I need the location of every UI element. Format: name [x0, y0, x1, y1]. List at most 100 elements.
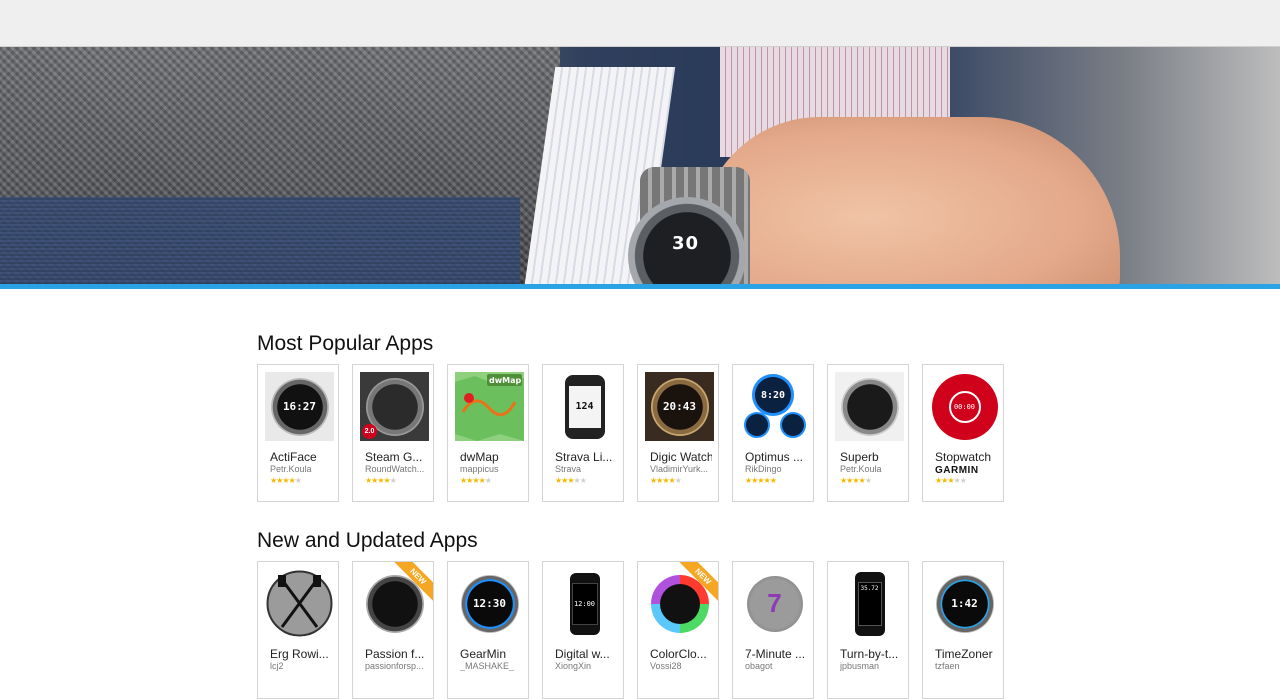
updated-apps-row: Erg Rowi... lcj2 NEW Passion f... passio… — [257, 561, 1057, 699]
app-name: Digic Watch — [650, 450, 712, 464]
app-developer: XiongXin — [555, 661, 592, 671]
app-thumbnail: 16:27 — [265, 372, 334, 441]
device-screen: 35.72 — [857, 581, 882, 626]
rating-stars: ★★★★★ — [745, 476, 777, 485]
app-card-7-minute[interactable]: 7 7-Minute ... obagot — [732, 561, 814, 699]
app-thumbnail — [835, 372, 904, 441]
app-thumbnail: 124 — [550, 372, 619, 441]
svg-text:dwMap: dwMap — [489, 376, 521, 385]
rating-stars: ★★★★★ — [365, 476, 397, 485]
app-card-digital-watch[interactable]: 12:00 Digital w... XiongXin — [542, 561, 624, 699]
app-card-dwmap[interactable]: dwMap dwMap mappicus ★★★★★ — [447, 364, 529, 502]
small-face-icon — [780, 412, 806, 438]
hero-denim — [0, 197, 520, 284]
app-name: Digital w... — [555, 647, 610, 661]
app-card-strava[interactable]: 124 Strava Li... Strava ★★★★★ — [542, 364, 624, 502]
hero-hand — [700, 117, 1120, 284]
workout-figure-icon: 7 — [746, 575, 803, 632]
app-name: Strava Li... — [555, 450, 613, 464]
app-store-content: Most Popular Apps 16:27 ActiFace Petr.Ko… — [257, 329, 1057, 699]
app-name: 7-Minute ... — [745, 647, 806, 661]
app-developer: passionforsp... — [365, 661, 424, 671]
app-card-timezoner[interactable]: 1:42 TimeZoner tzfaen — [922, 561, 1004, 699]
app-card-colorclock[interactable]: NEW ColorClo... Vossi28 — [637, 561, 719, 699]
app-thumbnail: 1:42 — [930, 569, 999, 638]
watch-face-icon: 16:27 — [270, 377, 329, 436]
clock-center — [659, 583, 700, 624]
app-developer: jpbusman — [840, 661, 880, 671]
app-name: GearMin — [460, 647, 507, 661]
version-badge: 2.0 — [362, 424, 377, 439]
rating-stars: ★★★★★ — [270, 476, 302, 485]
app-card-erg-rowing[interactable]: Erg Rowi... lcj2 — [257, 561, 339, 699]
app-card-passion[interactable]: NEW Passion f... passionforsp... — [352, 561, 434, 699]
figure-number: 7 — [767, 588, 782, 618]
device-screen: 12:00 — [571, 582, 598, 625]
device-screen: 124 — [568, 385, 601, 428]
app-thumbnail: 12:30 — [455, 569, 524, 638]
bike-computer-icon: 124 — [564, 374, 605, 439]
app-developer: _MASHAKE_ — [460, 661, 515, 671]
app-developer: mappicus — [460, 464, 499, 474]
section-title-popular: Most Popular Apps — [257, 332, 434, 355]
multi-watchface-icon: 8:20 — [740, 372, 809, 441]
rating-stars: ★★★★★ — [555, 476, 587, 485]
rating-stars: ★★★★★ — [460, 476, 492, 485]
watch-face-icon — [840, 377, 899, 436]
app-thumbnail — [265, 569, 334, 638]
app-developer: Vossi28 — [650, 661, 682, 671]
app-developer: RikDingo — [745, 464, 782, 474]
rating-stars: ★★★★★ — [935, 476, 967, 485]
app-developer: tzfaen — [935, 661, 960, 671]
app-thumbnail: 8:20 — [740, 372, 809, 441]
app-card-gearmin[interactable]: 12:30 GearMin _MASHAKE_ — [447, 561, 529, 699]
garmin-logo: GARMIN — [935, 465, 979, 476]
app-card-digic-watch[interactable]: 20:43 Digic Watch VladimirYurk... ★★★★★ — [637, 364, 719, 502]
app-developer: lcj2 — [270, 661, 284, 671]
app-developer: Strava — [555, 464, 582, 474]
app-thumbnail: 35.72 — [835, 569, 904, 638]
app-developer: VladimirYurk... — [650, 464, 709, 474]
stopwatch-face: 00:00 — [948, 390, 981, 423]
app-name: TimeZoner — [935, 647, 993, 661]
map-icon: dwMap — [455, 372, 524, 441]
watch-face-icon: 1:42 — [935, 574, 994, 633]
app-name: Passion f... — [365, 647, 425, 661]
band-device-icon: 12:00 — [569, 572, 600, 635]
app-thumbnail: 2.0 — [360, 372, 429, 441]
small-face-icon — [744, 412, 770, 438]
hero-accent-line — [0, 284, 1280, 289]
app-name: Superb — [840, 450, 879, 464]
app-name: ColorClo... — [650, 647, 707, 661]
app-thumbnail: 20:43 — [645, 372, 714, 441]
section-title-updated: New and Updated Apps — [257, 529, 478, 552]
hero-banner: 30 — [0, 47, 1280, 284]
app-name: Turn-by-t... — [840, 647, 899, 661]
app-developer: obagot — [745, 661, 773, 671]
app-thumbnail: 00:00 — [930, 372, 999, 441]
app-card-turn-by-turn[interactable]: 35.72 Turn-by-t... jpbusman — [827, 561, 909, 699]
app-name: Stopwatch — [935, 450, 992, 464]
app-name: ActiFace — [270, 450, 317, 464]
app-name: Optimus ... — [745, 450, 804, 464]
app-name: dwMap — [460, 450, 499, 464]
app-card-stopwatch[interactable]: 00:00 Stopwatch GARMIN ★★★★★ — [922, 364, 1004, 502]
app-thumbnail: 12:00 — [550, 569, 619, 638]
app-card-superb[interactable]: Superb Petr.Koula ★★★★★ — [827, 364, 909, 502]
stopwatch-icon: 00:00 — [931, 373, 998, 440]
rating-stars: ★★★★★ — [840, 476, 872, 485]
app-name: Erg Rowi... — [270, 647, 329, 661]
app-developer: Petr.Koula — [840, 464, 882, 474]
app-card-optimus[interactable]: 8:20 Optimus ... RikDingo ★★★★★ — [732, 364, 814, 502]
top-navigation-bar — [0, 0, 1280, 47]
app-developer: Petr.Koula — [270, 464, 312, 474]
app-card-actiface[interactable]: 16:27 ActiFace Petr.Koula ★★★★★ — [257, 364, 339, 502]
oars-icon — [266, 570, 333, 637]
app-name: Steam G... — [365, 450, 423, 464]
app-thumbnail: dwMap — [455, 372, 524, 441]
app-thumbnail: 7 — [740, 569, 809, 638]
app-card-steam-gauge[interactable]: 2.0 Steam G... RoundWatch... ★★★★★ — [352, 364, 434, 502]
watch-face-icon: 20:43 — [650, 377, 709, 436]
app-developer: RoundWatch... — [365, 464, 425, 474]
watch-face-icon: 12:30 — [460, 574, 519, 633]
